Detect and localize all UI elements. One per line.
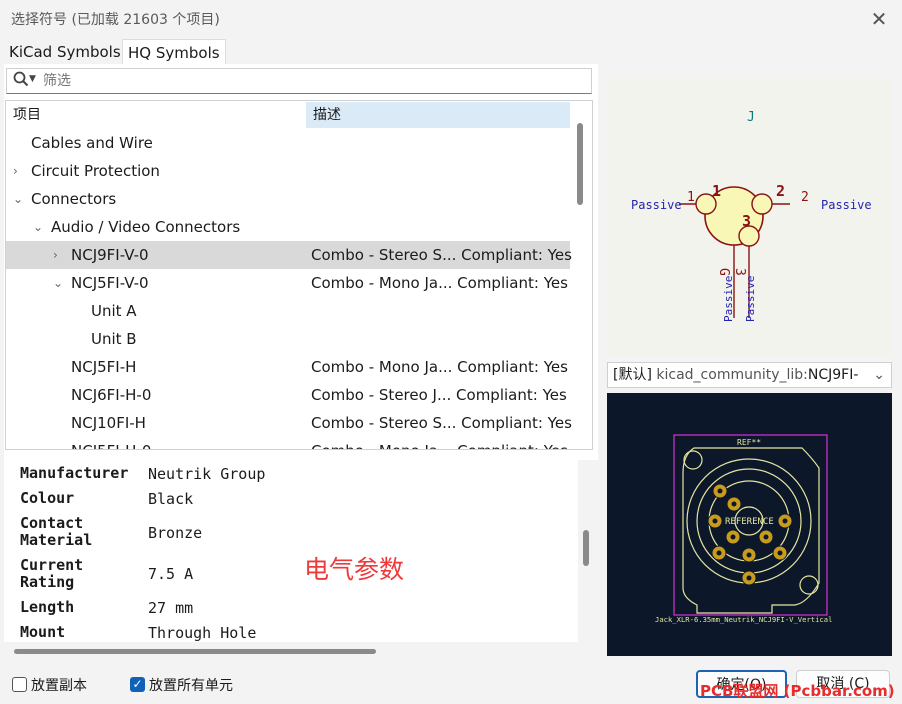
tab-hq-symbols[interactable]: HQ Symbols xyxy=(122,39,226,66)
pin-3-type: Passive xyxy=(744,276,757,322)
tree-row-label: NCJ9FI-V-0 xyxy=(71,246,149,264)
tree-row-label: NCJ10FI-H xyxy=(71,414,146,432)
silkscreen-outline xyxy=(682,447,820,614)
property-label-manufacturer: Manufacturer xyxy=(20,464,129,482)
chevron-down-icon[interactable]: ⌄ xyxy=(33,213,43,241)
pin3-number: 3 xyxy=(742,212,751,230)
details-vertical-scrollbar[interactable] xyxy=(583,530,589,566)
tree-scrollbar[interactable] xyxy=(577,123,583,205)
tree-row-ncj5fi-v-0[interactable]: ⌄ NCJ5FI-V-0 Combo - Mono Ja... Complian… xyxy=(6,269,570,297)
tree-row-label: Unit B xyxy=(91,330,137,348)
chevron-right-icon[interactable]: › xyxy=(53,241,58,269)
footprint-name-text: Jack_XLR-6.35mm_Neutrik_NCJ9FI-V_Vertica… xyxy=(655,615,832,624)
property-value-contact-material: Bronze xyxy=(148,524,203,542)
chevron-down-icon[interactable]: ⌄ xyxy=(13,185,23,213)
chevron-down-icon[interactable]: ⌄ xyxy=(873,363,885,387)
tree-row-label: NCJ5FI-H xyxy=(71,358,137,376)
tree-row-connectors[interactable]: ⌄ Connectors xyxy=(6,185,570,213)
pin1-type: Passive xyxy=(631,198,682,212)
column-header-item[interactable]: 项目 xyxy=(6,102,306,128)
property-label-mount: Mount xyxy=(20,623,66,641)
property-value-current-rating: 7.5 A xyxy=(148,565,194,583)
tree-row-description: Combo - Stereo S... Compliant: Yes xyxy=(311,414,572,432)
tree-row-label: NCJ5FI-V-0 xyxy=(71,274,149,292)
pin2-number: 2 xyxy=(776,182,785,200)
close-icon[interactable]: ✕ xyxy=(866,6,892,32)
tree-row-ncj5fi-h[interactable]: NCJ5FI-H Combo - Mono Ja... Compliant: Y… xyxy=(6,353,570,381)
property-label-colour: Colour xyxy=(20,489,75,507)
mount-hole-top-left xyxy=(683,450,703,470)
symbol-preview: J 1 2 3 1 2 Passive Passive G 3 Passive … xyxy=(607,78,892,355)
tree-row-label: Audio / Video Connectors xyxy=(51,218,241,236)
annotation-overlay-text: 电气参数 xyxy=(304,555,405,584)
pin-3-bottom-number: 3 xyxy=(732,268,747,276)
tree-row-label: Circuit Protection xyxy=(31,162,160,180)
property-value-mount: Through Hole xyxy=(148,624,257,642)
tree-row-label: Unit A xyxy=(91,302,137,320)
tree-row-ncj6fi-h-0[interactable]: NCJ6FI-H-0 Combo - Stereo J... Compliant… xyxy=(6,381,570,409)
property-value-colour: Black xyxy=(148,490,194,508)
symbol-tree[interactable]: 项目 描述 Cables and Wire › Circuit Protecti… xyxy=(5,100,593,450)
search-options-chevron-down-icon[interactable]: ▼ xyxy=(29,74,36,84)
search-icon[interactable] xyxy=(13,70,29,92)
footprint-selector-name: NCJ9FI- xyxy=(807,367,859,383)
pin2-contact xyxy=(751,193,773,215)
property-label-length: Length xyxy=(20,598,75,616)
tree-row-label: NCJ5FI-H-0 xyxy=(71,437,151,449)
chevron-right-icon[interactable]: › xyxy=(13,157,18,185)
watermark-text: PCB联盟网 (Pcbbar.com) xyxy=(700,682,895,700)
place-copy-checkbox[interactable] xyxy=(12,677,27,692)
pin2-pad-number: 2 xyxy=(801,190,809,205)
pin-g-type: Passive xyxy=(722,276,735,322)
footprint-reference-text: REFERENCE xyxy=(725,517,774,527)
filter-box[interactable]: ▼ xyxy=(6,68,592,94)
tree-row-description: Combo - Stereo J... Compliant: Yes xyxy=(311,386,567,404)
footprint-selector[interactable]: [默认] kicad_community_lib:NCJ9FI- ⌄ xyxy=(607,362,892,388)
tree-row-ncj10fi-h[interactable]: NCJ10FI-H Combo - Stereo S... Compliant:… xyxy=(6,409,572,437)
window-title: 选择符号 (已加载 21603 个项目) xyxy=(11,12,220,28)
pin1-pad-number: 1 xyxy=(687,190,695,205)
column-header-description[interactable]: 描述 xyxy=(306,102,570,128)
place-all-units-label: 放置所有单元 xyxy=(149,678,233,694)
property-value-length: 27 mm xyxy=(148,599,194,617)
tree-row-unit-a[interactable]: Unit A xyxy=(6,297,570,325)
tree-row-circuit-protection[interactable]: › Circuit Protection xyxy=(6,157,570,185)
pin-g-number: G xyxy=(716,268,731,276)
filter-input[interactable] xyxy=(43,71,583,91)
footprint-selector-prefix: [默认] xyxy=(613,367,652,383)
tree-row-audio-video-connectors[interactable]: ⌄ Audio / Video Connectors xyxy=(6,213,570,241)
title-bar: 选择符号 (已加载 21603 个项目) ✕ xyxy=(0,0,902,38)
property-value-manufacturer: Neutrik Group xyxy=(148,465,266,483)
place-copy-label: 放置副本 xyxy=(31,678,87,694)
tree-row-description: Combo - Mono Ja... Compliant: Yes xyxy=(311,274,568,292)
tree-row-description: Combo - Mono Ja... Compliant: Yes xyxy=(311,437,568,449)
pin2-type: Passive xyxy=(821,198,872,212)
tab-kicad-symbols[interactable]: KiCad Symbols xyxy=(4,39,126,65)
details-horizontal-scrollbar[interactable] xyxy=(14,649,376,654)
tree-row-cables-and-wire[interactable]: Cables and Wire xyxy=(6,129,570,157)
footprint-preview: REF** REFERENCE Jack_XLR-6.35mm_Neutrik_… xyxy=(607,393,892,656)
property-label-current-rating: Current Rating xyxy=(20,556,84,591)
place-all-units-checkbox[interactable]: ✓ xyxy=(130,677,145,692)
tree-row-description: Combo - Mono Ja... Compliant: Yes xyxy=(311,358,568,376)
symbol-ref: J xyxy=(747,110,755,125)
mount-hole-bottom-right xyxy=(799,575,819,595)
footprint-ref-text: REF** xyxy=(737,438,761,447)
symbol-details-panel: Manufacturer Neutrik Group Colour Black … xyxy=(4,460,578,642)
tree-row-label: Connectors xyxy=(31,190,117,208)
tree-row-label: Cables and Wire xyxy=(31,134,153,152)
pin1-number: 1 xyxy=(712,182,721,200)
tree-row-ncj5fi-h-0[interactable]: NCJ5FI-H-0 Combo - Mono Ja... Compliant:… xyxy=(6,437,570,449)
property-label-contact-material: Contact Material xyxy=(20,514,93,549)
tree-row-label: NCJ6FI-H-0 xyxy=(71,386,152,404)
chevron-down-icon[interactable]: ⌄ xyxy=(53,269,63,297)
tree-row-description: Combo - Stereo S... Compliant: Yes xyxy=(311,246,572,264)
tree-row-unit-b[interactable]: Unit B xyxy=(6,325,570,353)
tree-row-ncj9fi-v-0[interactable]: › NCJ9FI-V-0 Combo - Stereo S... Complia… xyxy=(6,241,572,269)
footprint-selector-lib: kicad_community_lib: xyxy=(656,367,808,383)
